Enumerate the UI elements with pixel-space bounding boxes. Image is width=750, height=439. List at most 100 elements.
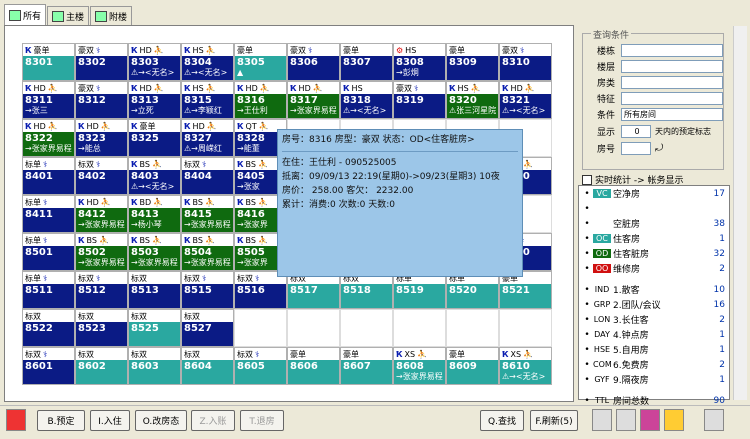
room-cell[interactable]: 豪双 ⚕ 8310 xyxy=(499,43,552,81)
room-guest: →张家界易程 xyxy=(396,372,443,381)
room-cell[interactable]: ⚙ HS 8308 →彭炯 xyxy=(393,43,446,81)
room-cell[interactable]: 标单 ⚕ 8411 xyxy=(22,195,75,233)
stat-row: • IND 1.散客 10 xyxy=(579,282,729,297)
room-cell[interactable]: 标单 ⚕ 8511 xyxy=(22,271,75,309)
room-cell[interactable]: 标双 ⚕ 8601 xyxy=(22,347,75,385)
reserve-button[interactable]: B.预定 xyxy=(37,410,85,431)
building-input[interactable] xyxy=(621,44,723,57)
roomtype-input[interactable] xyxy=(621,76,723,89)
roomno-input[interactable] xyxy=(621,142,651,155)
book-icon[interactable] xyxy=(640,409,660,431)
room-cell[interactable]: Ҟ HD ⛹ 8313 →立死 xyxy=(128,81,181,119)
room-row: 标双 ⚕ 8601 标双 8602 标双 8603 标双 8604 标双 ⚕ 8605 豪单 8606 豪单… xyxy=(22,347,573,385)
tab-annex[interactable]: 附楼 xyxy=(90,6,133,25)
room-cell[interactable]: Ҟ XS ⛹ 8610 ⚠→<无名> xyxy=(499,347,552,385)
refresh-button[interactable]: F.刷新(5) xyxy=(530,410,578,431)
room-cell[interactable]: 标双 ⚕ 8402 xyxy=(75,157,128,195)
room-cell[interactable]: 标双 8604 xyxy=(181,347,234,385)
people-icon[interactable] xyxy=(664,409,684,431)
room-type-label: HD xyxy=(139,45,152,55)
room-cell[interactable]: Ҟ BS ⛹ 8502 →张家界易程 xyxy=(75,233,128,271)
room-cell[interactable]: Ҟ HD ⛹ 8412 →张家界易程 xyxy=(75,195,128,233)
popup-line5: 累计：消费:0 次数:0 天数:0 xyxy=(282,200,395,210)
room-cell[interactable]: 豪单 8305 ▲ xyxy=(234,43,287,81)
room-cell[interactable]: Ҟ HD ⛹ 8317 →张家界易程 xyxy=(287,81,340,119)
room-cell[interactable]: 豪双 ⚕ 8302 xyxy=(75,43,128,81)
tab-all[interactable]: 所有 xyxy=(4,4,47,25)
room-cell[interactable]: 标双 8523 xyxy=(75,309,128,347)
room-type-label: 标双 xyxy=(78,273,94,283)
room-cell[interactable]: 豪双 ⚕ 8312 xyxy=(75,81,128,119)
scrollbar[interactable] xyxy=(733,26,747,400)
room-cell[interactable]: 标双 ⚕ 8512 xyxy=(75,271,128,309)
room-cell[interactable]: 豪单 8609 xyxy=(446,347,499,385)
checkin-button[interactable]: I.入住 xyxy=(90,410,130,431)
room-cell[interactable]: Ҟ HS 8318 ⚠→<无名> xyxy=(340,81,393,119)
room-cell[interactable]: Ҟ BD ⛹ 8413 →杨小琴 xyxy=(128,195,181,233)
room-cell[interactable]: Ҟ HS ⛹ 8304 ⚠→<无名> xyxy=(181,43,234,81)
room-cell[interactable]: Ҟ BS ⛹ 8403 ⚠→<无名> xyxy=(128,157,181,195)
room-type-label: BS xyxy=(139,159,150,169)
realtime-checkbox[interactable] xyxy=(582,174,592,185)
tab-main[interactable]: 主楼 xyxy=(47,6,90,25)
room-cell[interactable]: Ҟ HD ⛹ 8322 →张家界易程 xyxy=(22,119,75,157)
stat-name: 4.钟点房 xyxy=(613,331,649,341)
change-status-button[interactable]: O.改房态 xyxy=(135,410,187,431)
walking-icon: ⛹ xyxy=(153,83,164,93)
room-cell[interactable]: 豪单 8606 xyxy=(287,347,340,385)
room-cell[interactable]: Ҟ HS ⛹ 8315 ⚠→李颖红 xyxy=(181,81,234,119)
room-cell[interactable]: Ҟ HD ⛹ 8327 ⚠→周嵘红 xyxy=(181,119,234,157)
room-cell[interactable]: 豪双 ⚕ 8306 xyxy=(287,43,340,81)
room-cell[interactable]: 标双 ⚕ 8515 xyxy=(181,271,234,309)
room-row: Ҟ HD ⛹ 8311 →张三 豪双 ⚕ 8312 Ҟ HD ⛹ 8313 →立死 Ҟ HS ⛹ 8315 ⚠→李… xyxy=(22,81,573,119)
room-cell[interactable]: Ҟ 豪单 8301 xyxy=(22,43,75,81)
room-cell[interactable]: Ҟ HD ⛹ 8323 →能总 xyxy=(75,119,128,157)
show-days-input[interactable]: 0 xyxy=(621,125,651,138)
room-type-label: 豪单 xyxy=(139,121,156,131)
feature-input[interactable] xyxy=(621,92,723,105)
room-cell[interactable]: 标双 8513 xyxy=(128,271,181,309)
guest-icon: Ҟ xyxy=(131,197,138,207)
room-cell[interactable]: 标双 8602 xyxy=(75,347,128,385)
room-cell[interactable]: 标单 ⚕ 8501 xyxy=(22,233,75,271)
room-cell[interactable]: Ҟ BS ⛹ 8415 →张家界易程 xyxy=(181,195,234,233)
post-button[interactable]: Z.入账 xyxy=(191,410,235,431)
room-cell[interactable]: Ҟ BS ⛹ 8504 →张家界易程 xyxy=(181,233,234,271)
go-icon[interactable]: ⤾ xyxy=(655,143,663,154)
room-type-header: 豪双 ⚕ xyxy=(500,44,551,56)
room-type-label: 豪单 xyxy=(449,45,465,55)
room-type-header: Ҟ XS ⛹ xyxy=(500,348,551,360)
room-type-label: 豪单 xyxy=(449,349,465,359)
room-cell[interactable]: 标单 ⚕ 8401 xyxy=(22,157,75,195)
room-cell[interactable]: 标双 8525 xyxy=(128,309,181,347)
room-cell[interactable]: 豪单 8309 xyxy=(446,43,499,81)
exit-icon[interactable] xyxy=(704,409,724,431)
room-type-header: Ҟ HS xyxy=(341,82,392,94)
checkout-button[interactable]: T.退房 xyxy=(240,410,284,431)
room-cell[interactable]: Ҟ 豪单 8325 xyxy=(128,119,181,157)
room-cell[interactable]: 标双 ⚕ 8404 xyxy=(181,157,234,195)
room-cell[interactable]: Ҟ XS ⛹ 8608 →张家界易程 xyxy=(393,347,446,385)
room-status-body: 8512 xyxy=(76,284,127,308)
floor-input[interactable] xyxy=(621,60,723,73)
room-cell[interactable]: Ҟ HD ⛹ 8316 →王仕利 xyxy=(234,81,287,119)
search-button[interactable]: Q.查找 xyxy=(480,410,524,431)
room-type-label: 豪双 xyxy=(290,45,306,55)
room-type-header: Ҟ 豪单 xyxy=(23,44,74,56)
room-cell[interactable]: 标双 ⚕ 8605 xyxy=(234,347,287,385)
room-cell[interactable]: 标双 8603 xyxy=(128,347,181,385)
print-icon[interactable] xyxy=(616,409,636,431)
room-cell[interactable]: 标双 8522 xyxy=(22,309,75,347)
room-cell[interactable]: 豪单 8607 xyxy=(340,347,393,385)
search-icon[interactable] xyxy=(592,409,612,431)
condition-input[interactable]: 所有房间 xyxy=(621,108,723,121)
alert-icon[interactable] xyxy=(6,409,26,431)
room-cell[interactable]: Ҟ HD ⛹ 8303 ⚠→<无名> xyxy=(128,43,181,81)
room-cell[interactable]: 豪双 ⚕ 8319 xyxy=(393,81,446,119)
room-cell[interactable]: 豪单 8307 xyxy=(340,43,393,81)
room-cell[interactable]: Ҟ HS ⛹ 8320 ⚠张三河星院 xyxy=(446,81,499,119)
room-cell[interactable]: Ҟ HD ⛹ 8321 ⚠→<无名> xyxy=(499,81,552,119)
room-cell[interactable]: 标双 8527 xyxy=(181,309,234,347)
room-cell[interactable]: Ҟ BS ⛹ 8503 →张家界易程 xyxy=(128,233,181,271)
room-cell[interactable]: Ҟ HD ⛹ 8311 →张三 xyxy=(22,81,75,119)
